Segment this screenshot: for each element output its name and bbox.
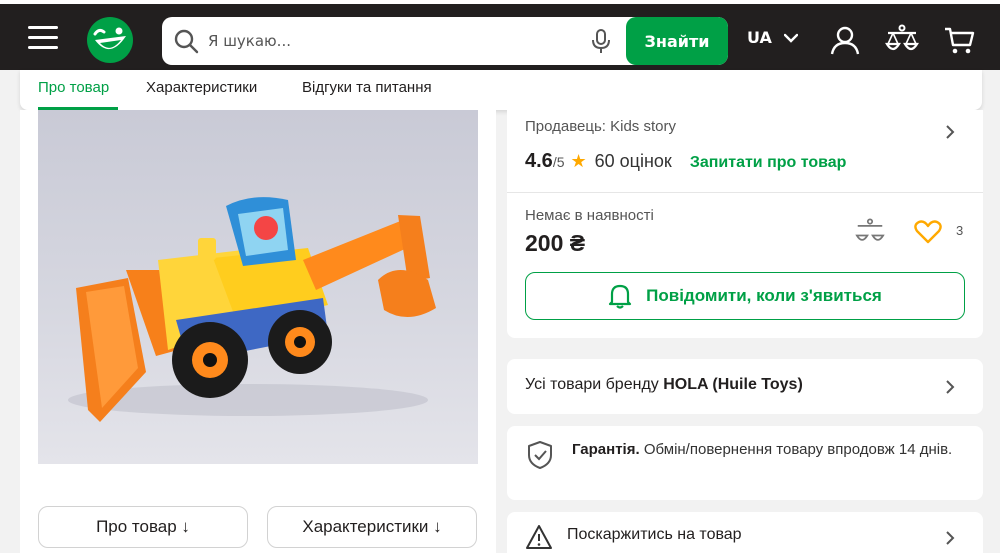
tab-about[interactable]: Про товар — [38, 79, 109, 96]
star-icon: ★ — [570, 151, 587, 171]
rating-value: 4.6 — [525, 150, 553, 172]
brand-name: HOLA (Huile Toys) — [663, 376, 803, 393]
menu-icon[interactable] — [28, 26, 58, 52]
tab-characteristics[interactable]: Характеристики — [146, 79, 257, 96]
product-gallery: Про товар ↓ Характеристики ↓ — [20, 110, 496, 553]
shield-check-icon — [528, 441, 552, 469]
ask-about-product-link[interactable]: Запитати про товар — [690, 154, 847, 172]
chevron-down-icon — [783, 33, 798, 43]
divider — [507, 192, 983, 193]
cart-icon[interactable] — [943, 24, 975, 56]
rating-max: /5 — [552, 154, 565, 170]
complain-label: Поскаржитись на товар — [567, 526, 742, 543]
microphone-icon[interactable] — [590, 28, 612, 54]
seller-name[interactable]: Продавець: Kids story — [525, 118, 676, 135]
compare-scales-icon[interactable] — [855, 218, 885, 246]
brand-prefix: Усі товари бренду — [525, 376, 664, 393]
top-header: Знайти UA — [0, 0, 1000, 70]
chevron-right-icon — [946, 531, 955, 545]
language-label: UA — [747, 28, 772, 47]
search-button[interactable]: Знайти — [626, 17, 728, 65]
wishlist-count: 3 — [956, 223, 964, 238]
guarantee-card: Гарантія. Обмін/повернення товару впродо… — [507, 426, 983, 500]
language-selector[interactable]: UA — [747, 28, 798, 47]
rating-count[interactable]: 60 оцінок — [595, 151, 672, 172]
stock-status: Немає в наявності — [525, 207, 654, 224]
product-photo[interactable] — [38, 110, 478, 464]
toy-excavator-image — [68, 197, 436, 422]
bell-icon — [609, 284, 632, 309]
chevron-right-icon[interactable] — [944, 124, 956, 140]
rating-row: 4.6 /5 ★ 60 оцінок Запитати про товар — [525, 150, 846, 173]
smile-logo-icon[interactable] — [86, 16, 134, 64]
search-bar: Знайти — [162, 17, 728, 65]
compare-scales-icon[interactable] — [885, 24, 919, 56]
about-product-button[interactable]: Про товар ↓ — [38, 506, 248, 548]
brand-link: Усі товари бренду HOLA (Huile Toys) — [525, 376, 803, 394]
complaint-card[interactable]: Поскаржитись на товар — [507, 512, 983, 553]
guarantee-description: Обмін/повернення товару впродовж 14 днів… — [639, 441, 953, 458]
notify-label: Повідомити, коли з'явиться — [646, 286, 882, 305]
chevron-right-icon — [946, 380, 955, 394]
product-tabs: Про товар Характеристики Відгуки та пита… — [20, 70, 982, 110]
tab-reviews[interactable]: Відгуки та питання — [302, 79, 432, 96]
guarantee-text: Гарантія. Обмін/повернення товару впродо… — [572, 438, 967, 461]
search-icon — [174, 29, 199, 54]
brand-card[interactable]: Усі товари бренду HOLA (Huile Toys) — [507, 359, 983, 414]
product-price: 200 ₴ — [525, 230, 586, 256]
search-input[interactable] — [208, 17, 588, 65]
guarantee-title: Гарантія. — [572, 441, 640, 458]
notify-when-available-button[interactable]: Повідомити, коли з'явиться — [525, 272, 965, 320]
heart-icon[interactable] — [914, 220, 942, 244]
price-card: Продавець: Kids story 4.6 /5 ★ 60 оцінок… — [507, 110, 983, 338]
user-icon[interactable] — [829, 24, 861, 56]
warning-icon — [526, 525, 552, 549]
characteristics-button[interactable]: Характеристики ↓ — [267, 506, 477, 548]
